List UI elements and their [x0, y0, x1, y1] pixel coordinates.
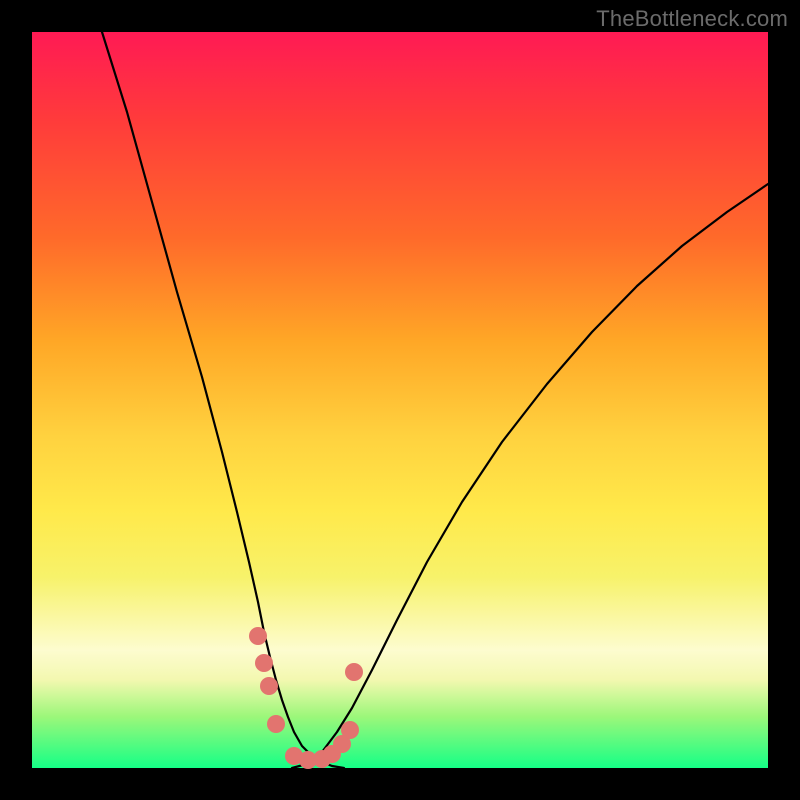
- watermark-text: TheBottleneck.com: [596, 6, 788, 32]
- marker-dot: [341, 721, 359, 739]
- marker-dot: [260, 677, 278, 695]
- marker-dot: [345, 663, 363, 681]
- curve-layer: [102, 32, 768, 768]
- marker-dot: [249, 627, 267, 645]
- plot-area: [32, 32, 768, 768]
- marker-dot: [267, 715, 285, 733]
- chart-stage: TheBottleneck.com: [0, 0, 800, 800]
- chart-curves: [32, 32, 768, 768]
- curve-left-curve: [102, 32, 344, 768]
- marker-dot: [255, 654, 273, 672]
- marker-layer: [249, 627, 363, 769]
- curve-right-curve: [292, 184, 768, 768]
